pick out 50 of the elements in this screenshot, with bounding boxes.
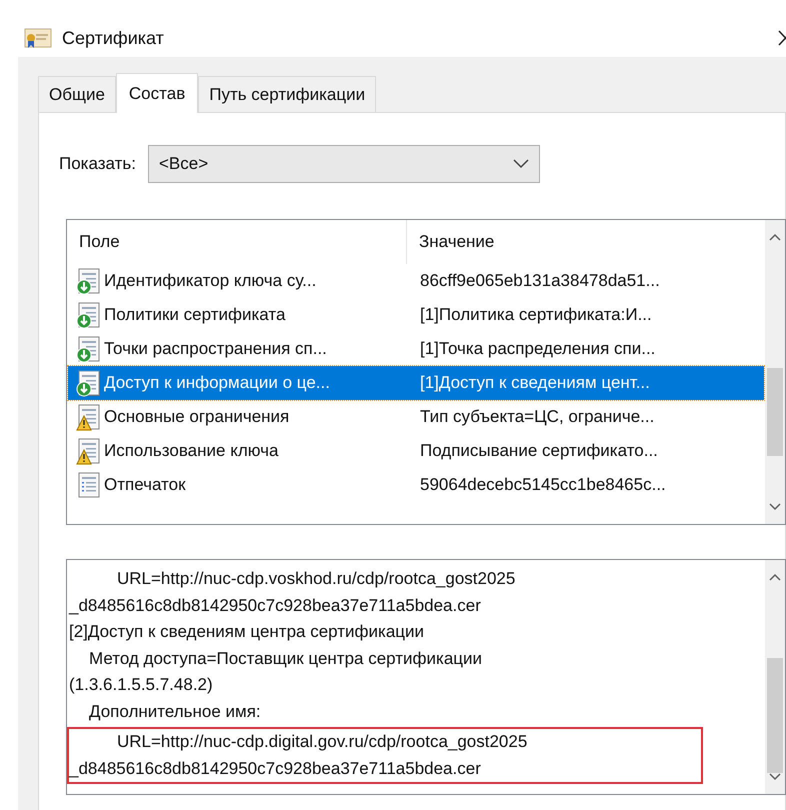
field-row[interactable]: Идентификатор ключа су... 86cff9e065eb131a38478da51...	[68, 264, 764, 298]
tab[interactable]: Путь сертификации	[198, 76, 376, 112]
field-value: Тип субъекта=ЦС, ограниче...	[419, 406, 654, 428]
document-download-icon	[76, 302, 102, 328]
field-value: [1]Точка распределения спи...	[419, 338, 656, 360]
show-dropdown[interactable]: <Все>	[148, 145, 540, 183]
chevron-down-icon	[513, 159, 529, 169]
field-value: [1]Доступ к сведениям цент...	[419, 372, 650, 394]
detail-line: [2]Доступ к сведениям центра сертификации	[69, 621, 426, 643]
scrollbar[interactable]	[765, 560, 785, 794]
column-header[interactable]: Значение	[407, 220, 765, 264]
scroll-thumb[interactable]	[767, 658, 783, 773]
detail-line: Дополнительное имя:	[88, 700, 262, 722]
document-download-icon	[76, 370, 102, 396]
document-warning-icon	[76, 404, 102, 430]
document-warning-icon	[76, 438, 102, 464]
document-download-icon	[76, 268, 102, 294]
scrollbar[interactable]	[765, 220, 785, 524]
field-row[interactable]: Использование ключа Подписывание сертификато...	[68, 434, 764, 468]
field-row[interactable]: Точки распространения сп... [1]Точка распределения спи...	[68, 332, 764, 366]
detail-line: URL=http://nuc-cdp.voskhod.ru/cdp/rootca_gost2025	[116, 568, 516, 590]
field-name: Основные ограничения	[104, 406, 290, 428]
tab[interactable]: Состав	[116, 73, 198, 113]
field-value: Подписывание сертификато...	[419, 440, 658, 462]
detail-line: URL=http://nuc-cdp.digital.gov.ru/cdp/rootca_gost2025	[116, 731, 528, 753]
field-name: Точки распространения сп...	[104, 338, 327, 360]
document-icon	[76, 472, 102, 498]
document-download-icon	[76, 336, 102, 362]
field-name: Идентификатор ключа су...	[104, 270, 316, 292]
tab[interactable]: Общие	[38, 76, 116, 112]
field-value: [1]Политика сертификата:И...	[419, 304, 652, 326]
certificate-icon	[24, 27, 52, 49]
field-row[interactable]: Доступ к информации о це... [1]Доступ к сведениям цент...	[68, 366, 764, 400]
field-value: 59064decebc5145cc1be8465c...	[419, 474, 666, 496]
field-row[interactable]: Политики сертификата [1]Политика сертификата:И...	[68, 298, 764, 332]
detail-line: _d8485616c8db8142950c7c928bea37e711a5bdea.cer	[69, 594, 482, 616]
field-name: Доступ к информации о це...	[104, 372, 330, 394]
column-header[interactable]: Поле	[67, 220, 407, 264]
field-value: 86cff9e065eb131a38478da51...	[419, 270, 660, 292]
field-name: Политики сертификата	[104, 304, 286, 326]
scroll-thumb[interactable]	[767, 368, 783, 456]
window-title: Сертификат	[62, 26, 164, 50]
detail-line: Метод доступа=Поставщик центра сертификации	[88, 648, 484, 670]
detail-line: (1.3.6.1.5.5.7.48.2)	[69, 674, 214, 696]
detail-line: _d8485616c8db8142950c7c928bea37e711a5bdea.cer	[69, 758, 482, 780]
field-name: Отпечаток	[104, 474, 186, 496]
field-row[interactable]: Основные ограничения Тип субъекта=ЦС, ограниче...	[68, 400, 764, 434]
show-label: Показать:	[59, 153, 136, 176]
field-name: Использование ключа	[104, 440, 278, 462]
field-row[interactable]: Отпечаток 59064decebc5145cc1be8465c...	[68, 468, 764, 502]
